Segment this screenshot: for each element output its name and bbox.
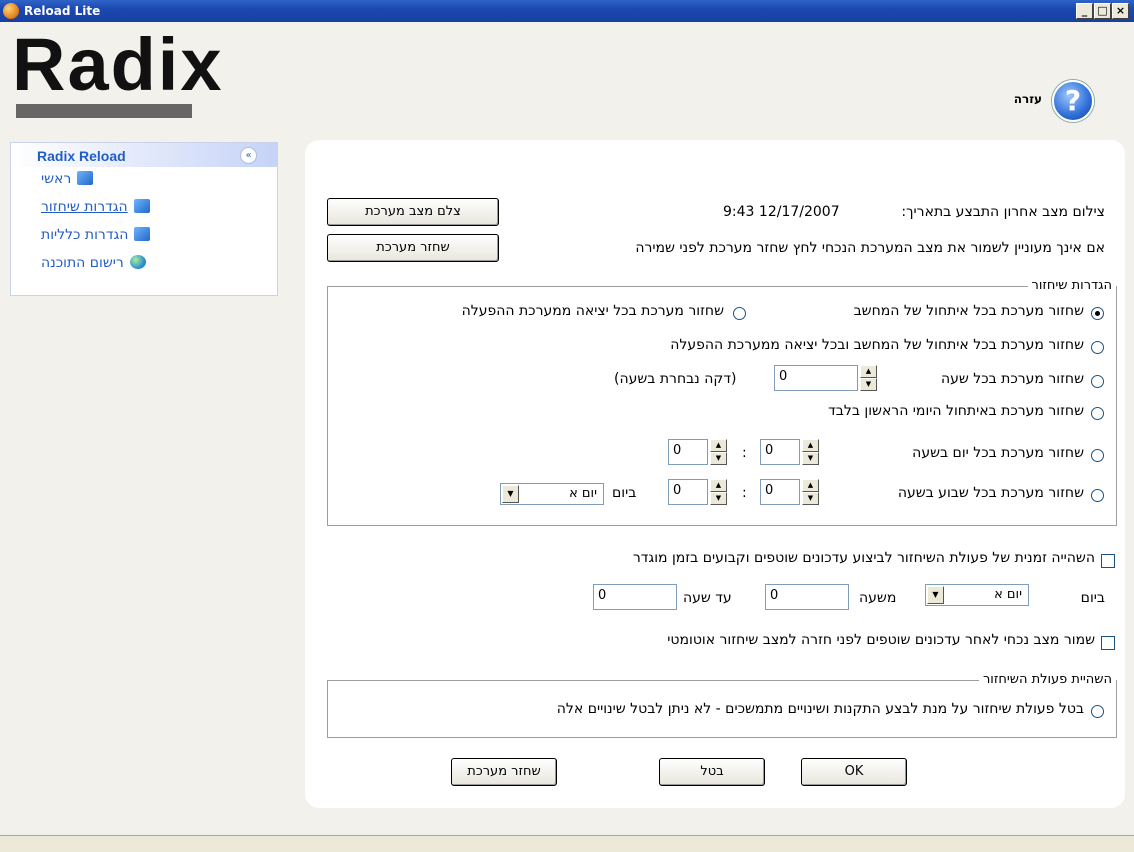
suspend-label[interactable]: השהייה זמנית של פעולת השיחזור לביצוע עדכ… xyxy=(633,550,1095,566)
weekly-hour-spinner[interactable]: ▲ ▼ xyxy=(802,479,819,505)
restore-icon xyxy=(133,199,150,213)
radio-boot[interactable] xyxy=(1091,307,1104,320)
ok-button[interactable]: OK xyxy=(801,758,907,786)
weekly-day-value: יום א xyxy=(569,486,597,501)
hourly-spinner[interactable]: ▲ ▼ xyxy=(860,365,877,391)
sidebar-item-label: ראשי xyxy=(41,171,72,187)
snapshot-label: צילום מצב אחרון התבצע בתאריך: xyxy=(901,204,1105,220)
help-label[interactable]: עזרה xyxy=(1014,92,1042,106)
radio-daily[interactable] xyxy=(1091,449,1104,462)
radio-both[interactable] xyxy=(1091,341,1104,354)
spin-down-icon[interactable]: ▼ xyxy=(802,452,819,465)
keep-state-label[interactable]: שמור מצב נכחי לאחר עדכונים שוטפים לפני ח… xyxy=(667,632,1095,648)
suspend-day-label: ביום xyxy=(1080,590,1105,606)
hourly-minute-input[interactable]: 0 xyxy=(774,365,858,391)
hourly-note: (דקה נבחרת בשעה) xyxy=(614,371,737,387)
radio-weekly[interactable] xyxy=(1091,489,1104,502)
weekly-day-select[interactable]: יום א ▼ xyxy=(500,483,604,505)
daily-hour-input[interactable]: 0 xyxy=(760,439,800,465)
spin-up-icon[interactable]: ▲ xyxy=(860,365,877,378)
weekly-day-label: ביום xyxy=(612,485,637,501)
suspend-restore-legend: השהיית פעולת השיחזור xyxy=(978,672,1116,687)
cancel-button[interactable]: בטל xyxy=(659,758,765,786)
opt-boot-label[interactable]: שחזור מערכת בכל איתחול של המחשב xyxy=(854,303,1084,319)
sidebar-item-main[interactable]: ראשי xyxy=(41,171,94,191)
footer-restore-button[interactable]: שחזר מערכת xyxy=(451,758,557,786)
chevron-down-icon[interactable]: ▼ xyxy=(502,485,519,503)
restore-settings-legend: הגדרות שיחזור xyxy=(1027,278,1116,293)
title-bar: Reload Lite _ □ × xyxy=(0,0,1134,22)
sidebar: Radix Reload « ראשי הגדרות שיחזור הגדרות… xyxy=(10,142,278,296)
help-icon[interactable]: ? xyxy=(1052,80,1094,122)
daily-colon: : xyxy=(742,445,747,461)
keep-state-checkbox[interactable] xyxy=(1101,636,1115,650)
window-title: Reload Lite xyxy=(24,4,101,18)
sidebar-item-register[interactable]: רישום התוכנה xyxy=(41,255,146,275)
opt-daily-first-label[interactable]: שחזור מערכת באיתחול היומי הראשון בלבד xyxy=(828,403,1084,419)
radio-hourly[interactable] xyxy=(1091,375,1104,388)
suspend-restore-group: השהיית פעולת השיחזור בטל פעולת שיחזור על… xyxy=(327,672,1117,738)
suspend-from-label: משעה xyxy=(859,590,897,606)
opt-both-label[interactable]: שחזור מערכת בכל איתחול של המחשב ובכל יצי… xyxy=(670,337,1084,353)
spin-down-icon[interactable]: ▼ xyxy=(802,492,819,505)
status-bar xyxy=(0,835,1134,852)
close-button[interactable]: × xyxy=(1112,3,1129,19)
suspend-day-value: יום א xyxy=(994,587,1022,602)
spin-down-icon[interactable]: ▼ xyxy=(710,492,727,505)
cancel-restore-label[interactable]: בטל פעולת שיחזור על מנת לבצע התקנות ושינ… xyxy=(557,701,1084,717)
logo-text: Radix xyxy=(12,23,224,106)
snapshot-button[interactable]: צלם מצב מערכת xyxy=(327,198,499,226)
weekly-colon: : xyxy=(742,485,747,501)
opt-hourly-label[interactable]: שחזור מערכת בכל שעה xyxy=(941,371,1084,387)
restore-settings-group: הגדרות שיחזור שחזור מערכת בכל איתחול של … xyxy=(327,278,1117,526)
daily-min-spinner[interactable]: ▲ ▼ xyxy=(710,439,727,465)
suspend-checkbox[interactable] xyxy=(1101,554,1115,568)
weekly-hour-input[interactable]: 0 xyxy=(760,479,800,505)
opt-exit-label[interactable]: שחזור מערכת בכל יציאה ממערכת ההפעלה xyxy=(462,303,724,319)
suspend-from-input[interactable]: 0 xyxy=(765,584,849,610)
collapse-icon[interactable]: « xyxy=(240,147,257,164)
minimize-button[interactable]: _ xyxy=(1076,3,1093,19)
spin-down-icon[interactable]: ▼ xyxy=(860,378,877,391)
radio-exit[interactable] xyxy=(733,307,746,320)
sidebar-item-restore-settings[interactable]: הגדרות שיחזור xyxy=(41,199,150,219)
spin-up-icon[interactable]: ▲ xyxy=(710,479,727,492)
sidebar-item-general-settings[interactable]: הגדרות כלליות xyxy=(41,227,151,247)
radio-cancel-restore[interactable] xyxy=(1091,705,1104,718)
maximize-button[interactable]: □ xyxy=(1094,3,1111,19)
suspend-to-label: עד שעה xyxy=(683,590,732,606)
restore-system-button[interactable]: שחזר מערכת xyxy=(327,234,499,262)
opt-weekly-label[interactable]: שחזור מערכת בכל שבוע בשעה xyxy=(898,485,1084,501)
sidebar-item-label: הגדרות שיחזור xyxy=(41,199,128,215)
sidebar-item-label: הגדרות כלליות xyxy=(41,227,129,243)
chevron-down-icon[interactable]: ▼ xyxy=(927,586,944,604)
weekly-min-input[interactable]: 0 xyxy=(668,479,708,505)
settings-icon xyxy=(134,227,151,241)
daily-min-input[interactable]: 0 xyxy=(668,439,708,465)
home-icon xyxy=(77,171,94,185)
suspend-to-input[interactable]: 0 xyxy=(593,584,677,610)
suspend-day-select[interactable]: יום א ▼ xyxy=(925,584,1029,606)
sidebar-item-label: רישום התוכנה xyxy=(41,255,124,271)
sidebar-title: Radix Reload xyxy=(37,148,126,164)
daily-hour-spinner[interactable]: ▲ ▼ xyxy=(802,439,819,465)
radix-logo: Radix xyxy=(8,23,278,126)
logo-bar xyxy=(16,104,192,118)
spin-down-icon[interactable]: ▼ xyxy=(710,452,727,465)
spin-up-icon[interactable]: ▲ xyxy=(710,439,727,452)
opt-daily-label[interactable]: שחזור מערכת בכל יום בשעה xyxy=(912,445,1084,461)
help-link[interactable]: עזרה ? xyxy=(974,80,1094,122)
snapshot-datetime: 12/17/2007 9:43 xyxy=(723,204,840,220)
settings-panel: צלם מצב מערכת 12/17/2007 9:43 צילום מצב … xyxy=(305,140,1125,808)
restore-note: אם אינך מעוניין לשמור את מצב המערכת הנכח… xyxy=(635,240,1105,256)
weekly-min-spinner[interactable]: ▲ ▼ xyxy=(710,479,727,505)
spin-up-icon[interactable]: ▲ xyxy=(802,439,819,452)
app-icon xyxy=(3,3,19,19)
spin-up-icon[interactable]: ▲ xyxy=(802,479,819,492)
sidebar-header[interactable]: Radix Reload « xyxy=(11,143,277,167)
radio-daily-first[interactable] xyxy=(1091,407,1104,420)
globe-icon xyxy=(129,255,146,269)
